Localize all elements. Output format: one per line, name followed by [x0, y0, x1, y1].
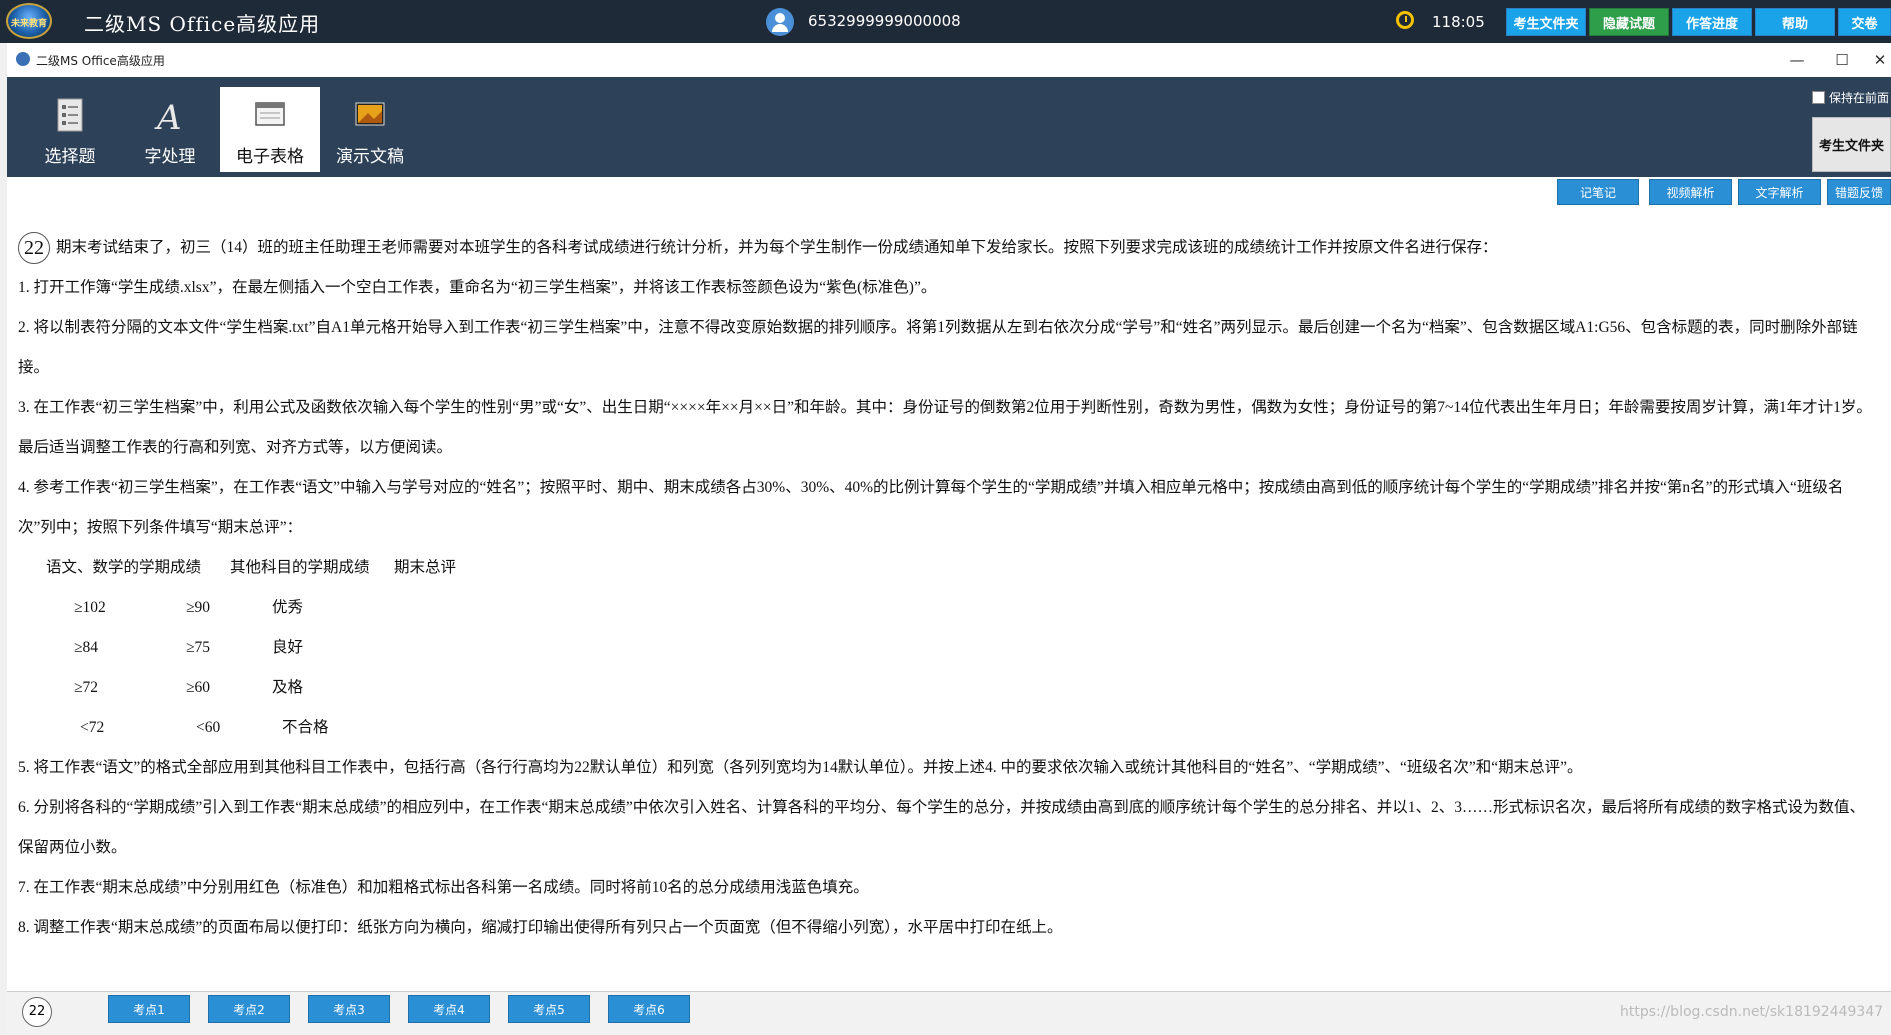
student-folder-side-button[interactable]: 考生文件夹 — [1812, 117, 1891, 172]
presentation-icon — [355, 102, 385, 126]
key-point-3-button[interactable]: 考点3 — [308, 995, 390, 1023]
font-a-icon: A — [154, 98, 182, 133]
user-avatar-icon — [766, 8, 794, 36]
video-analysis-button[interactable]: 视频解析 — [1649, 179, 1732, 205]
help-button[interactable]: 帮助 — [1755, 8, 1835, 36]
student-folder-button[interactable]: 考生文件夹 — [1506, 8, 1586, 36]
close-button[interactable]: ✕ — [1868, 48, 1891, 72]
tab-presentation[interactable]: 演示文稿 — [320, 87, 420, 172]
tab-label: 演示文稿 — [336, 147, 404, 167]
tab-label: 字处理 — [144, 147, 196, 167]
question-intro: 22 期末考试结束了，初三（14）班的班主任助理王老师需要对本班学生的各科考试成绩… — [18, 228, 1878, 268]
requirement-item: 7. 在工作表“期末总成绩”中分别用红色（标准色）和加粗格式标出各科第一名成绩。… — [18, 879, 869, 896]
requirement-item: 6. 分别将各科的“学期成绩”引入到工作表“期末总成绩”的相应列中，在工作表“期… — [18, 799, 1866, 856]
submit-exam-button[interactable]: 交卷 — [1838, 8, 1891, 36]
criteria-header-row: 语文、数学的学期成绩 其他科目的学期成绩 期末总评 — [18, 548, 1878, 588]
requirement-item: 1. 打开工作簿“学生成绩.xlsx”，在最左侧插入一个空白工作表，重命名为“初… — [18, 279, 937, 296]
criteria-cell: 优秀 — [272, 599, 304, 616]
keep-on-top-label: 保持在前面 — [1829, 91, 1890, 105]
exam-id: 6532999999000008 — [808, 12, 961, 30]
spreadsheet-icon — [255, 102, 285, 126]
criteria-cell: <72 — [80, 719, 105, 736]
criteria-cell: ≥75 — [186, 639, 211, 656]
requirement-item: 4. 参考工作表“初三学生档案”，在工作表“语文”中输入与学号对应的“姓名”；按… — [18, 479, 1844, 536]
document-list-icon — [57, 98, 83, 132]
criteria-cell: ≥60 — [186, 679, 211, 696]
window-title: 二级MS Office高级应用 — [36, 54, 165, 68]
tab-label: 电子表格 — [236, 147, 304, 167]
stopwatch-icon — [1396, 11, 1414, 29]
grade-criteria-table: 语文、数学的学期成绩 其他科目的学期成绩 期末总评 ≥102 ≥90 优秀 ≥8… — [18, 548, 1878, 748]
key-point-1-button[interactable]: 考点1 — [108, 995, 190, 1023]
key-point-2-button[interactable]: 考点2 — [208, 995, 290, 1023]
minimize-button[interactable]: — — [1785, 48, 1809, 72]
key-point-6-button[interactable]: 考点6 — [608, 995, 690, 1023]
maximize-button[interactable]: ☐ — [1830, 48, 1854, 72]
criteria-row: <72 <60 不合格 — [18, 708, 1878, 748]
tab-choice-questions[interactable]: 选择题 — [20, 87, 120, 172]
criteria-header: 语文、数学的学期成绩 — [46, 559, 202, 576]
criteria-cell: 不合格 — [282, 719, 329, 736]
window-title-bar — [7, 43, 1891, 78]
keep-on-top-checkbox[interactable]: 保持在前面 — [1812, 89, 1889, 106]
criteria-cell: 良好 — [272, 639, 304, 656]
tab-label: 选择题 — [44, 147, 96, 167]
tab-spreadsheet[interactable]: 电子表格 — [220, 87, 320, 172]
exam-title: 二级MS Office高级应用 — [84, 12, 321, 36]
requirement-item: 3. 在工作表“初三学生档案”中，利用公式及函数依次输入每个学生的性别“男”或“… — [18, 399, 1872, 456]
requirement-item: 5. 将工作表“语文”的格式全部应用到其他科目工作表中，包括行高（各行行高均为2… — [18, 759, 1583, 776]
criteria-row: ≥72 ≥60 及格 — [18, 668, 1878, 708]
criteria-row: ≥84 ≥75 良好 — [18, 628, 1878, 668]
svg-text:A: A — [154, 98, 182, 133]
key-point-5-button[interactable]: 考点5 — [508, 995, 590, 1023]
answer-progress-button[interactable]: 作答进度 — [1672, 8, 1752, 36]
criteria-cell: 及格 — [272, 679, 304, 696]
text-analysis-button[interactable]: 文字解析 — [1738, 179, 1821, 205]
question-text: 22 期末考试结束了，初三（14）班的班主任助理王老师需要对本班学生的各科考试成绩… — [18, 228, 1878, 948]
requirement-item: 2. 将以制表符分隔的文本文件“学生档案.txt”自A1单元格开始导入到工作表“… — [18, 319, 1858, 376]
watermark: https://blog.csdn.net/sk18192449347 — [1620, 1004, 1884, 1020]
intro-text: 期末考试结束了，初三（14）班的班主任助理王老师需要对本班学生的各科考试成绩进行… — [56, 239, 1498, 256]
criteria-cell: ≥72 — [74, 679, 99, 696]
logo-text: 未来教育 — [10, 19, 47, 29]
checkbox-icon — [1812, 91, 1825, 104]
take-notes-button[interactable]: 记笔记 — [1557, 179, 1639, 205]
hide-question-button[interactable]: 隐藏试题 — [1589, 8, 1669, 36]
criteria-header: 其他科目的学期成绩 — [230, 559, 370, 576]
criteria-cell: ≥102 — [74, 599, 106, 616]
countdown-timer: 118:05 — [1432, 13, 1485, 31]
criteria-cell: <60 — [196, 719, 221, 736]
criteria-header: 期末总评 — [394, 559, 457, 576]
tab-word-processing[interactable]: A 字处理 — [120, 87, 220, 172]
criteria-cell: ≥90 — [186, 599, 211, 616]
error-feedback-button[interactable]: 错题反馈 — [1827, 179, 1891, 205]
question-number-badge: 22 — [18, 232, 50, 265]
criteria-cell: ≥84 — [74, 639, 99, 656]
requirement-item: 8. 调整工作表“期末总成绩”的页面布局以便打印：纸张方向为横向，缩减打印输出使… — [18, 919, 1063, 936]
question-number-indicator[interactable]: 22 — [22, 997, 52, 1027]
app-icon — [16, 52, 30, 66]
key-point-4-button[interactable]: 考点4 — [408, 995, 490, 1023]
criteria-row: ≥102 ≥90 优秀 — [18, 588, 1878, 628]
brand-logo-icon: 未来教育 — [6, 3, 52, 39]
